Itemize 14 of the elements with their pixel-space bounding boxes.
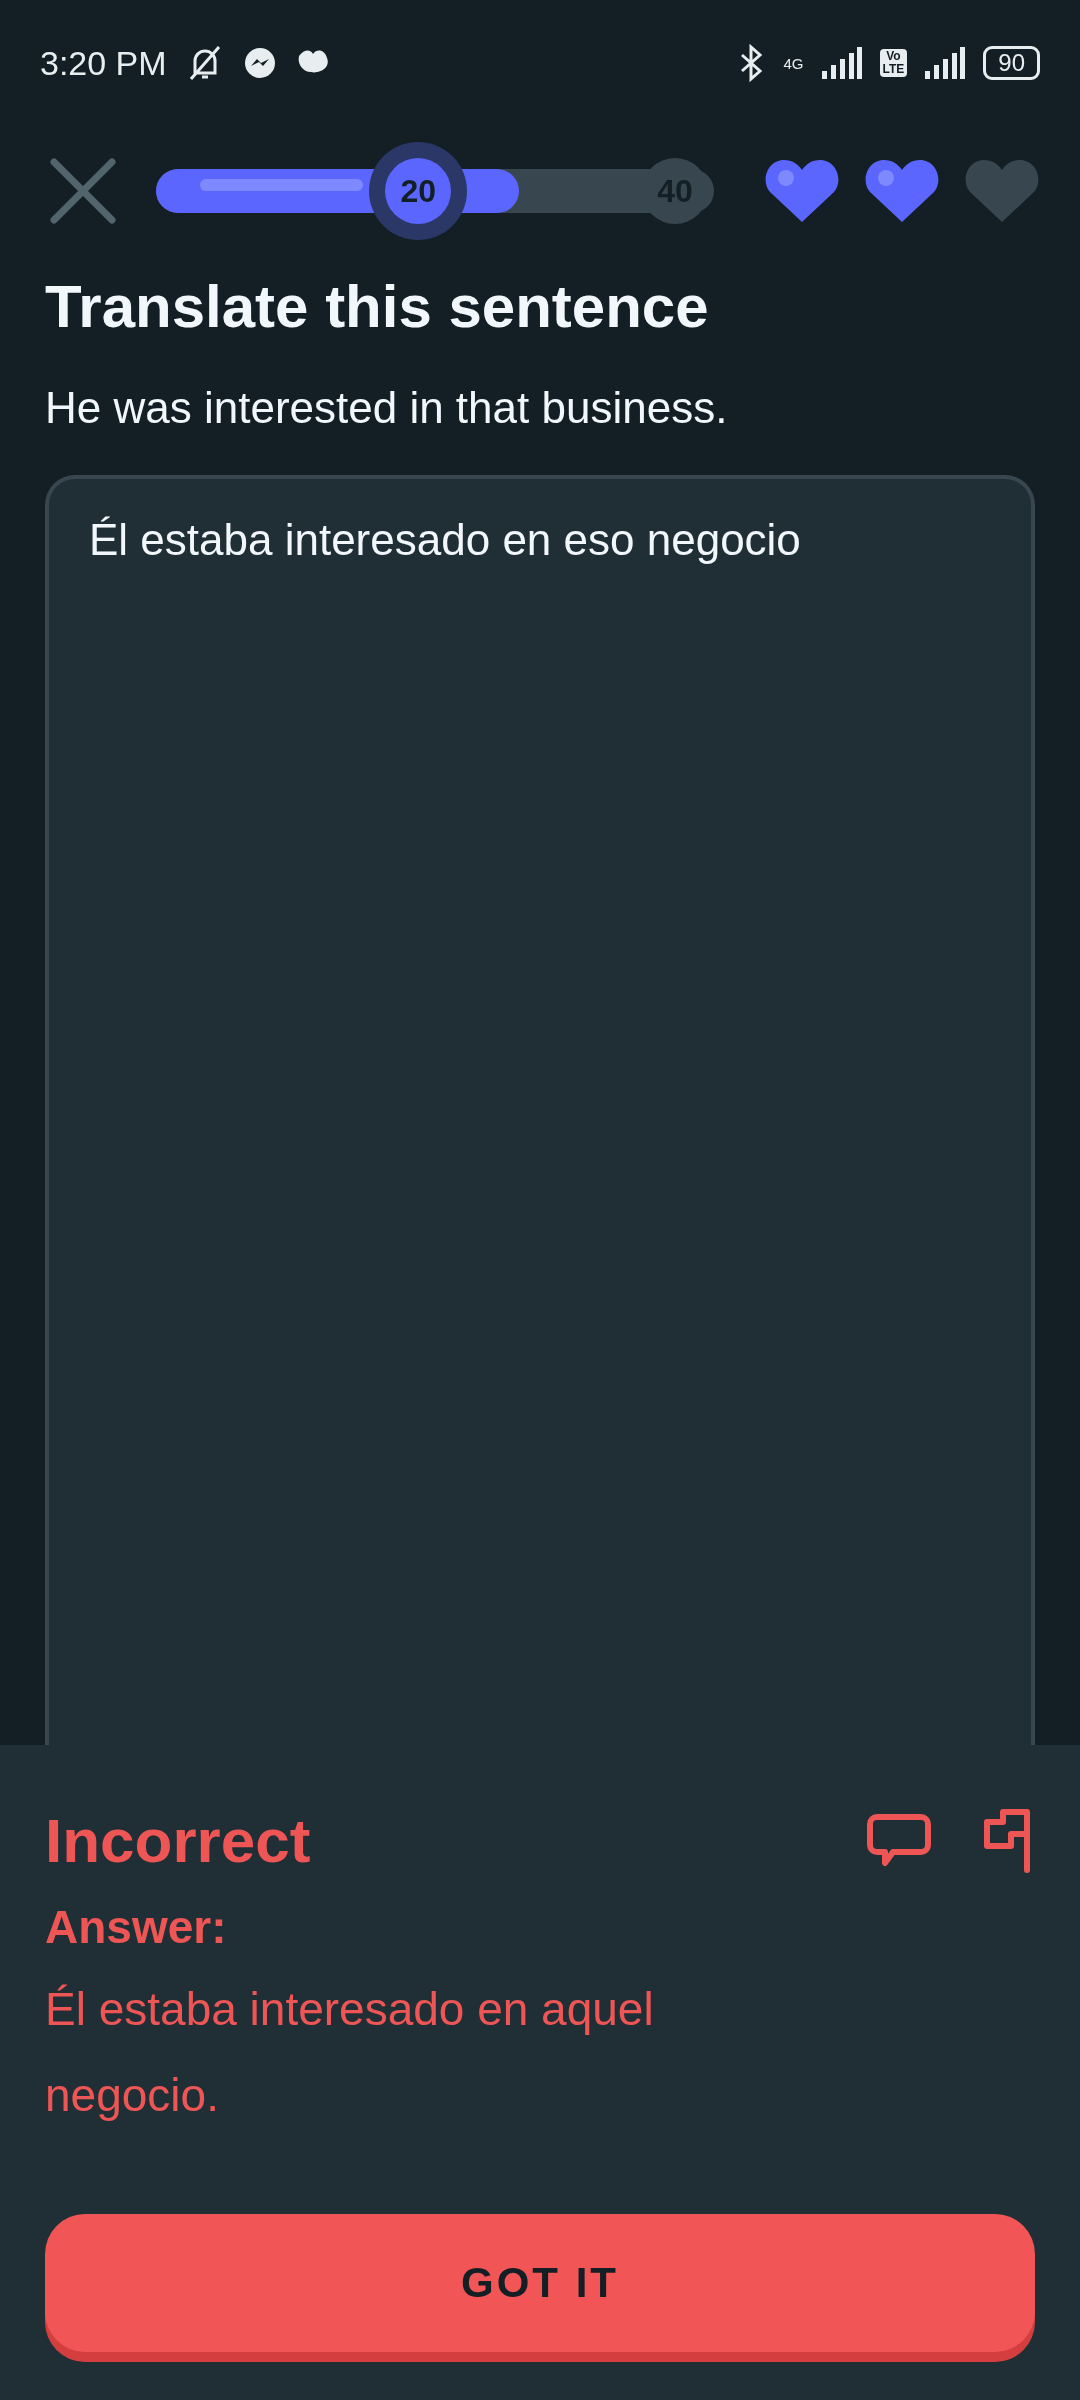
status-time: 3:20 PM: [40, 43, 167, 83]
battery-level: 90: [983, 46, 1040, 80]
network-type: 4G: [783, 54, 804, 72]
signal-icon: [925, 47, 966, 79]
correct-answer: Él estaba interesado en aquel negocio.: [45, 1982, 655, 2123]
page-title: Translate this sentence: [45, 272, 710, 341]
volte-badge: Vo LTE: [879, 49, 908, 77]
prompt-sentence: He was interested in that business.: [45, 383, 729, 433]
messenger-icon: [242, 46, 277, 80]
signal-icon: [821, 47, 862, 79]
comment-icon[interactable]: [867, 1812, 931, 1869]
answer-label: Answer:: [45, 1900, 228, 1954]
close-icon[interactable]: [50, 158, 116, 224]
result-heading: Incorrect: [45, 1805, 311, 1876]
